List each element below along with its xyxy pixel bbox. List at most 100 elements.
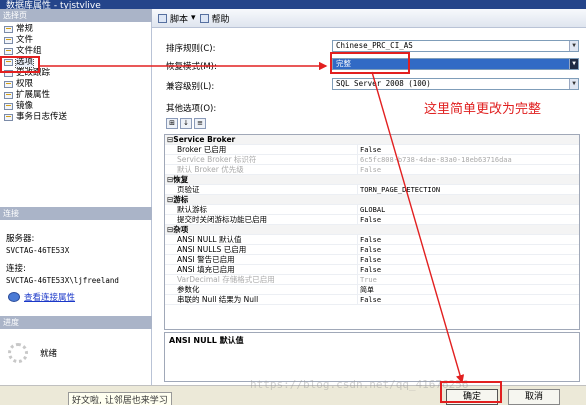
categorized-view-button[interactable]: ⊞ (166, 118, 178, 129)
highlight-options-page (0, 56, 40, 73)
grid-property-name: 默认 Broker 优先级 (177, 165, 244, 174)
grid-property-name: ANSI NULL 默认值 (177, 235, 242, 244)
page-item[interactable]: 扩展属性 (2, 90, 150, 101)
grid-property-name: 提交时关闭游标功能已启用 (177, 215, 267, 224)
connection-info: 服务器: SVCTAG-46TE53X 连接: SVCTAG-46TE53X\l… (6, 234, 119, 286)
grid-category-row[interactable]: Service Broker (165, 135, 579, 145)
grid-property-row[interactable]: 参数化 简单 (165, 285, 579, 295)
alphabetical-sort-button[interactable]: ↓ (180, 118, 192, 129)
help-label: 帮助 (211, 14, 230, 25)
grid-property-row[interactable]: Broker 已启用 False (165, 145, 579, 155)
connection-header: 连接 (0, 207, 152, 220)
page-item[interactable]: 事务日志传送 (2, 112, 150, 123)
grid-property-row[interactable]: ANSI NULLS 已启用 False (165, 245, 579, 255)
script-dropdown-icon: ▾ (191, 13, 196, 23)
grid-property-name: ANSI NULLS 已启用 (177, 245, 247, 254)
page-icon (4, 37, 13, 44)
page-item[interactable]: 文件 (2, 35, 150, 46)
server-label: 服务器: (6, 234, 35, 244)
grid-property-row[interactable]: VarDecimal 存储格式已启用 True (165, 275, 579, 285)
compat-level-select[interactable]: SQL Server 2008 (100) ▼ (332, 78, 579, 90)
progress-header: 进度 (0, 316, 152, 329)
share-tooltip: 好文啦, 让邻居也来学习 (68, 392, 172, 405)
view-connection-properties-label: 查看连接属性 (24, 293, 76, 303)
grid-property-row[interactable]: 页验证 TORN_PAGE_DETECTION (165, 185, 579, 195)
grid-property-value: False (357, 215, 579, 225)
server-value: SVCTAG-46TE53X (6, 246, 70, 255)
grid-category-row[interactable]: 杂项 (165, 225, 579, 235)
highlight-recovery-model (330, 52, 410, 74)
pages-header: 选择页 (0, 9, 152, 22)
grid-property-name: 游标 (167, 195, 347, 205)
page-icon (4, 103, 13, 110)
watermark: https://blog.csdn.net/qq_41676256 (250, 378, 469, 391)
grid-category-row[interactable]: 游标 (165, 195, 579, 205)
progress-area: 就绪 (8, 343, 57, 363)
grid-property-name: Broker 已启用 (177, 145, 227, 154)
toolbar: 脚本 ▾ 帮助 (152, 9, 586, 28)
grid-property-name: 页验证 (177, 185, 200, 194)
page-icon (4, 81, 13, 88)
chevron-down-icon: ▼ (569, 41, 578, 51)
page-item-label: 权限 (16, 79, 34, 89)
grid-property-name: 默认游标 (177, 205, 207, 214)
grid-property-row[interactable]: ANSI 填充已启用 False (165, 265, 579, 275)
property-description: ANSI NULL 默认值 (164, 332, 580, 382)
options-panel: 排序规则(C): Chinese_PRC_CI_AS ▼ 恢复模式(M): 完整… (152, 28, 586, 385)
grid-property-value: False (357, 255, 579, 265)
grid-property-row[interactable]: 默认游标 GLOBAL (165, 205, 579, 215)
grid-property-row[interactable]: 串联的 Null 结果为 Null False (165, 295, 579, 305)
grid-property-name: 恢复 (167, 175, 347, 185)
page-icon (4, 114, 13, 121)
page-item[interactable]: 常规 (2, 24, 150, 35)
grid-property-row[interactable]: ANSI NULL 默认值 False (165, 235, 579, 245)
grid-property-name: 参数化 (177, 285, 200, 294)
grid-property-name: 杂项 (167, 225, 347, 235)
page-item-label: 镜像 (16, 101, 34, 111)
grid-property-row[interactable]: Service Broker 标识符 6c5fc808-b738-4dae-83a… (165, 155, 579, 165)
page-item-label: 事务日志传送 (16, 112, 68, 122)
grid-property-value: False (357, 235, 579, 245)
script-label: 脚本 (170, 14, 189, 25)
script-button[interactable]: 脚本 ▾ (158, 12, 196, 25)
grid-property-name: Service Broker (167, 135, 347, 145)
page-item-label: 文件 (16, 35, 34, 45)
page-icon (4, 26, 13, 33)
collation-select[interactable]: Chinese_PRC_CI_AS ▼ (332, 40, 579, 52)
progress-status: 就绪 (40, 349, 58, 359)
grid-property-name: Service Broker 标识符 (177, 155, 257, 164)
grid-property-name: ANSI 警告已启用 (177, 255, 235, 264)
grid-property-value: False (357, 295, 579, 305)
compat-level-label: 兼容级别(L): (166, 82, 215, 92)
grid-property-row[interactable]: ANSI 警告已启用 False (165, 255, 579, 265)
chevron-down-icon: ▼ (569, 59, 578, 69)
grid-property-row[interactable]: 提交时关闭游标功能已启用 False (165, 215, 579, 225)
grid-property-row[interactable]: 默认 Broker 优先级 False (165, 165, 579, 175)
compat-level-value: SQL Server 2008 (100) (336, 79, 431, 88)
grid-property-value: 6c5fc808-b738-4dae-83a0-18eb63716daa (357, 155, 579, 165)
page-icon (4, 48, 13, 55)
page-list: 常规 文件 文件组 选项 更改跟踪 权限 扩展属性 镜像 事务日志传送 (2, 24, 150, 123)
collation-value: Chinese_PRC_CI_AS (336, 41, 413, 50)
annotation-note: 这里简单更改为完整 (424, 102, 542, 117)
grid-category-row[interactable]: 恢复 (165, 175, 579, 185)
grid-property-value: False (357, 245, 579, 255)
page-icon (4, 92, 13, 99)
collation-label: 排序规则(C): (166, 44, 216, 54)
page-item-label: 常规 (16, 24, 34, 34)
property-grid-toolbar: ⊞ ↓ ≡ (166, 118, 206, 129)
view-connection-properties-link[interactable]: 查看连接属性 (8, 291, 75, 303)
connection-value: SVCTAG-46TE53X\ljfreeland (6, 276, 119, 285)
grid-property-value: GLOBAL (357, 205, 579, 215)
grid-property-name: 串联的 Null 结果为 Null (177, 295, 259, 304)
help-button[interactable]: 帮助 (199, 12, 230, 25)
script-icon (158, 13, 167, 23)
page-item[interactable]: 权限 (2, 79, 150, 90)
page-item-label: 扩展属性 (16, 90, 51, 100)
cancel-button[interactable]: 取消 (508, 389, 560, 405)
page-item[interactable]: 镜像 (2, 101, 150, 112)
property-pages-button[interactable]: ≡ (194, 118, 206, 129)
grid-property-name: VarDecimal 存储格式已启用 (177, 275, 275, 284)
recovery-model-label: 恢复模式(M): (166, 62, 217, 72)
grid-property-value: 简单 (357, 285, 579, 295)
